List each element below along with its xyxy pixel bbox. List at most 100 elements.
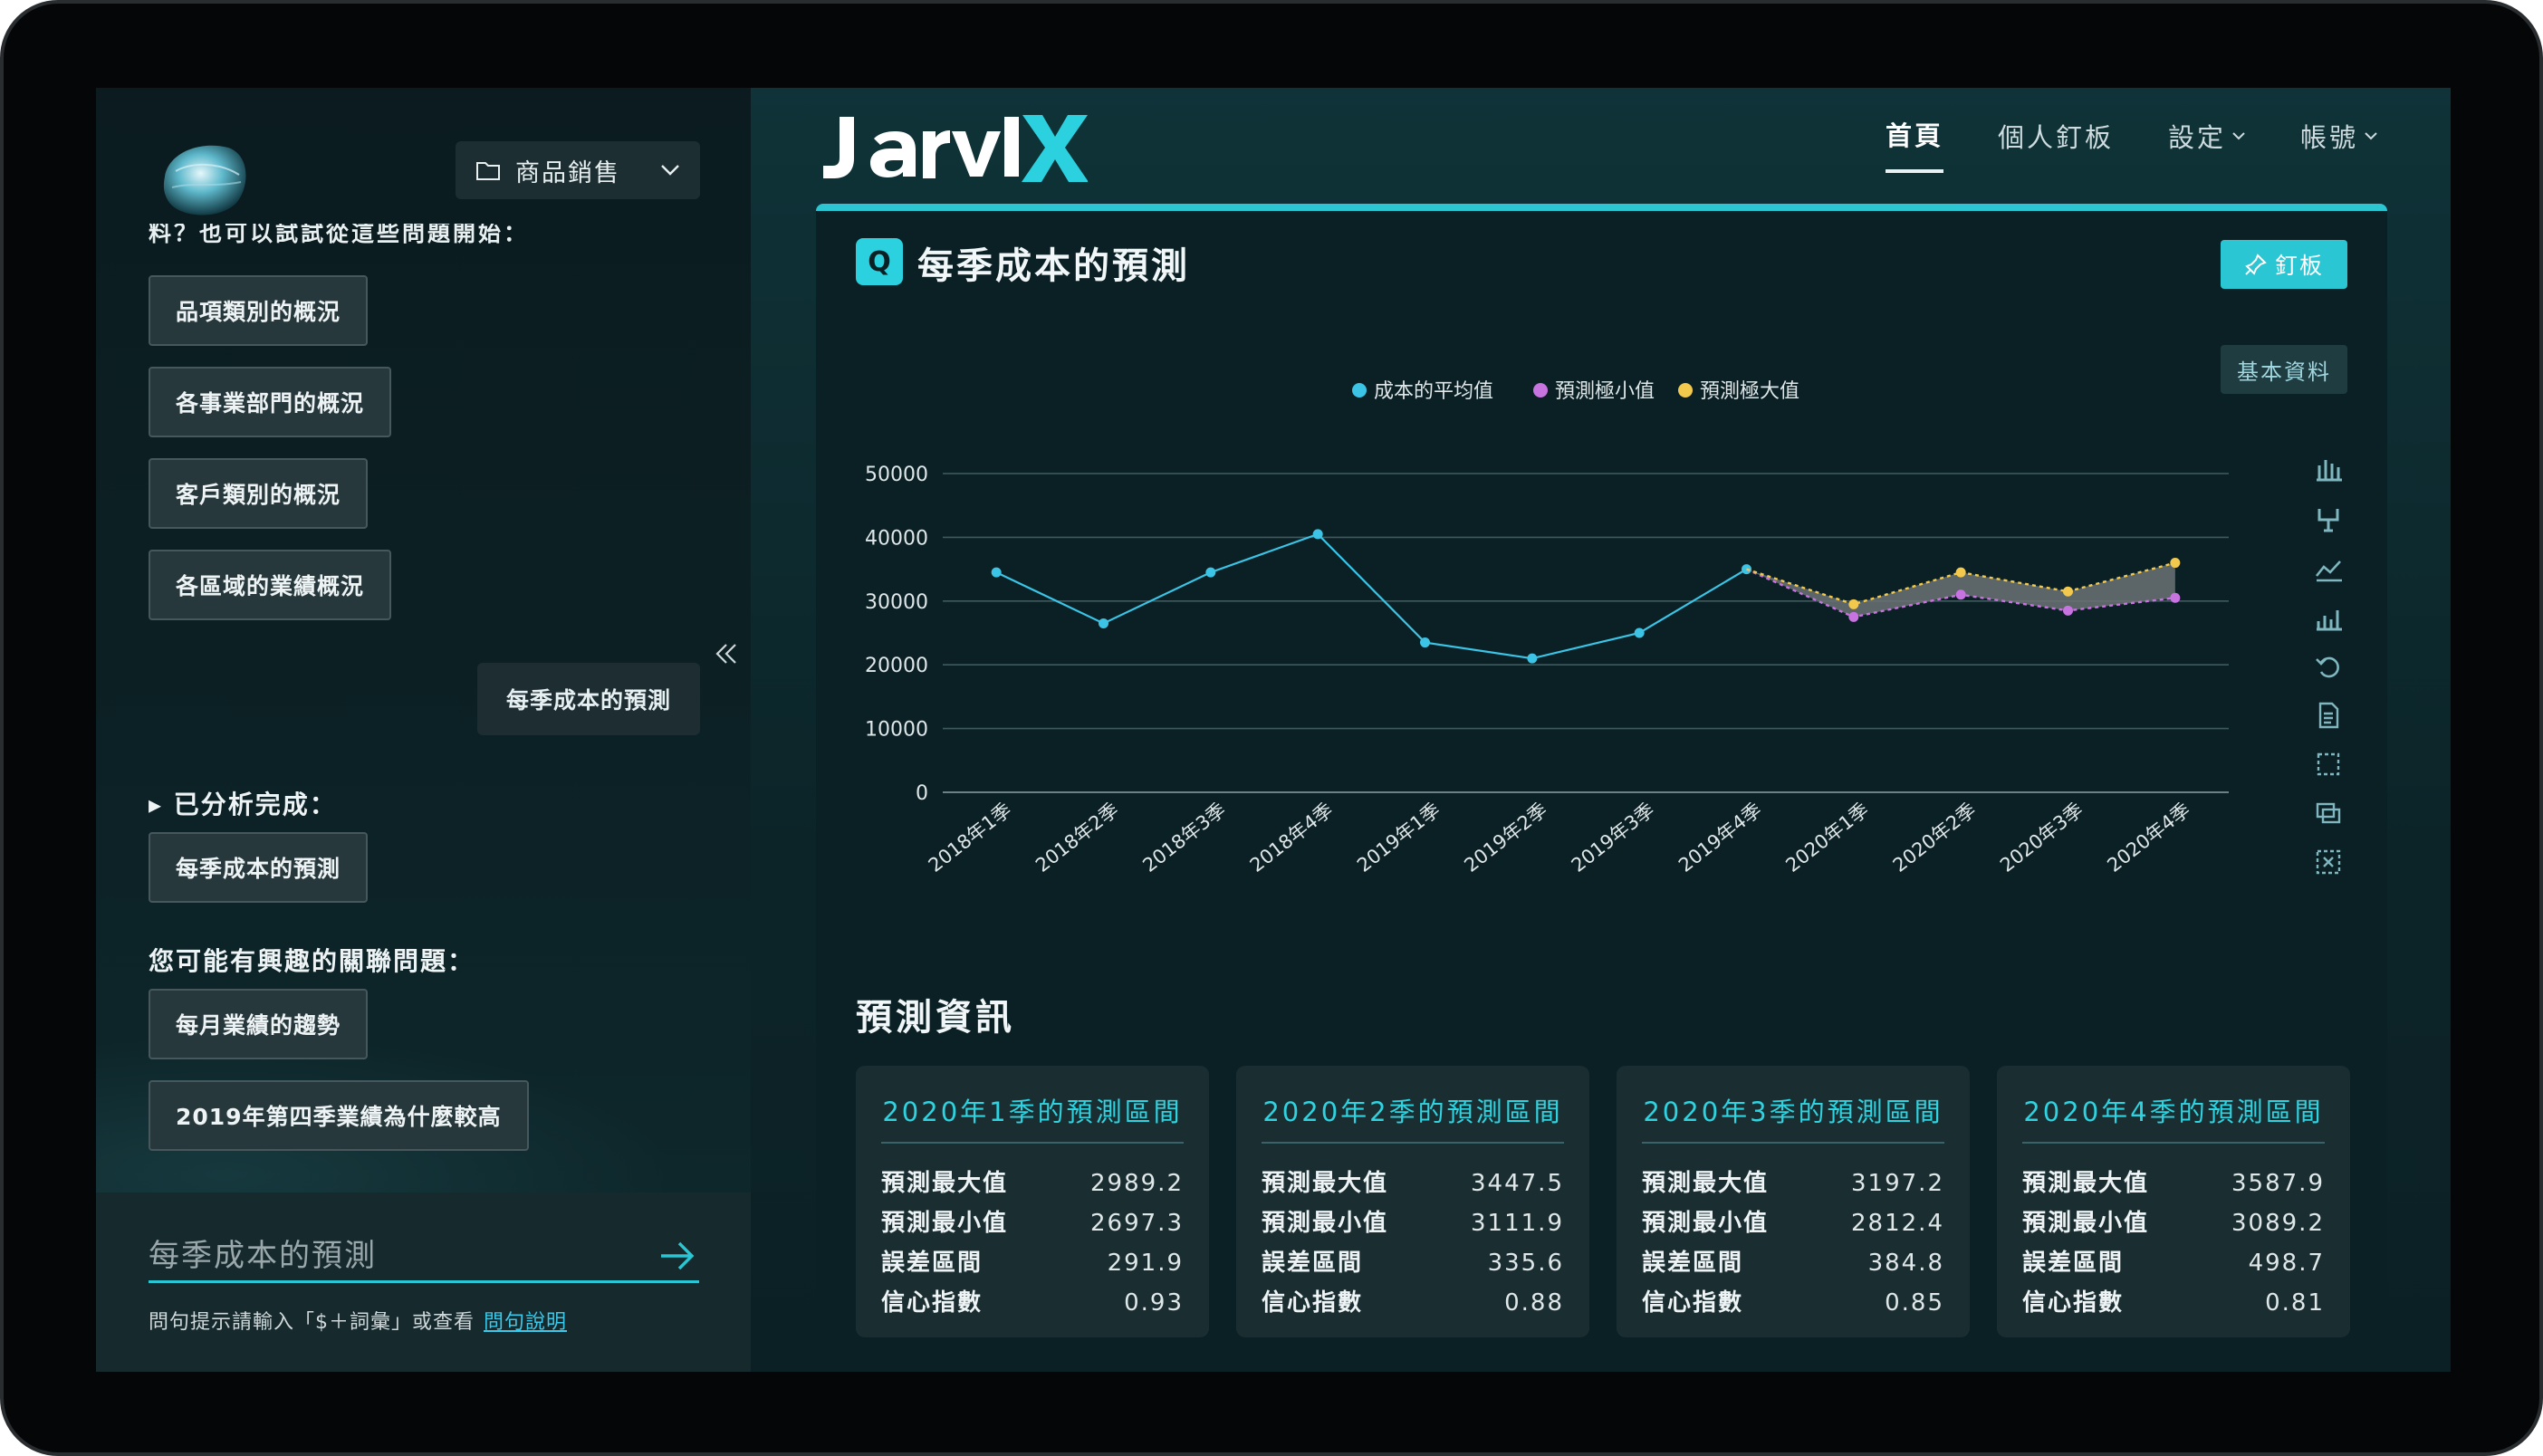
data-point — [2063, 586, 2073, 597]
legend-label: 預測極大值 — [1700, 380, 1799, 403]
row-value: 2989.2 — [1090, 1170, 1184, 1197]
submit-arrow-icon[interactable] — [657, 1240, 697, 1272]
query-help-text: 問句提示請輸入「$＋詞彙」或查看 問句說明 — [149, 1306, 567, 1335]
legend-marker — [1533, 383, 1548, 398]
chart-type-boxplot-icon[interactable] — [2310, 446, 2346, 495]
nav-pins[interactable]: 個人釘板 — [1998, 115, 2114, 173]
suggestion-chip[interactable]: 各事業部門的概況 — [149, 367, 392, 437]
row-value: 0.81 — [2265, 1289, 2325, 1317]
row-value: 0.88 — [1504, 1289, 1564, 1317]
forecast-row-max: 預測最大值 3587.9 — [2022, 1164, 2325, 1203]
x-tick-label: 2018年3季 — [1138, 799, 1230, 876]
forecast-row-min: 預測最小值 2812.4 — [1642, 1203, 1944, 1243]
data-point — [1099, 618, 1108, 628]
row-label: 預測最大值 — [1642, 1170, 1770, 1197]
main-panel: 首頁 個人釘板 設定 帳號 Q 每季成本的預測 釘板 基本資料 0 10000 20… — [751, 88, 2451, 1372]
select-area-icon[interactable] — [2310, 740, 2346, 789]
row-value: 384.8 — [1867, 1250, 1944, 1277]
undo-icon[interactable] — [2310, 642, 2346, 691]
project-dropdown[interactable]: 商品銷售 — [456, 141, 700, 199]
x-tick-label: 2020年2季 — [1889, 799, 1981, 876]
related-question-chip[interactable]: 2019年第四季業績為什麼較高 — [149, 1080, 529, 1151]
x-tick-label: 2018年1季 — [925, 799, 1016, 876]
data-point — [1527, 653, 1538, 664]
legend-label: 預測極小值 — [1555, 380, 1655, 403]
row-label: 信心指數 — [1262, 1289, 1364, 1317]
chevron-down-icon — [2365, 132, 2377, 140]
forecast-row-min: 預測最小值 3089.2 — [2022, 1203, 2325, 1243]
forecast-row-max: 預測最大值 3197.2 — [1642, 1164, 1944, 1203]
y-tick-label: 40000 — [865, 527, 928, 550]
app-screen: 商品銷售 料？也可以試試從這些問題開始： 品項類別的概況 各事業部門的概況 客戶… — [96, 88, 2451, 1372]
collapse-sidebar-icon[interactable] — [715, 642, 738, 666]
forecast-row-conf: 信心指數 0.81 — [2022, 1283, 2325, 1323]
row-value: 3587.9 — [2231, 1170, 2325, 1197]
forecast-card-title: 2020年4季的預測區間 — [2022, 1091, 2325, 1144]
query-help-link[interactable]: 問句說明 — [484, 1311, 567, 1334]
nav-account-label: 帳號 — [2299, 122, 2358, 153]
x-tick-label: 2018年2季 — [1032, 799, 1123, 876]
nav-account[interactable]: 帳號 — [2300, 115, 2378, 173]
nav-settings[interactable]: 設定 — [2168, 115, 2246, 173]
query-help-label: 問句提示請輸入「$＋詞彙」或查看 — [149, 1311, 475, 1334]
y-tick-label: 50000 — [865, 464, 928, 486]
row-label: 預測最小值 — [1262, 1210, 1389, 1237]
y-tick-label: 10000 — [865, 719, 928, 742]
x-tick-label: 2020年4季 — [2103, 799, 2194, 876]
nav-home[interactable]: 首頁 — [1885, 115, 1943, 173]
forecast-card-title: 2020年2季的預測區間 — [1262, 1091, 1564, 1144]
related-question-chip[interactable]: 每月業績的趨勢 — [149, 989, 369, 1059]
nav-pins-label: 個人釘板 — [1997, 122, 2114, 153]
forecast-row-conf: 信心指數 0.93 — [881, 1283, 1184, 1323]
forecast-card: 2020年3季的預測區間 預測最大值 3197.2 預測最小值 2812.4 誤差區… — [1617, 1066, 1970, 1337]
copy-icon[interactable] — [2310, 789, 2346, 838]
row-value: 2697.3 — [1090, 1210, 1184, 1237]
row-label: 預測最大值 — [1262, 1170, 1389, 1197]
data-point — [1634, 627, 1645, 638]
row-label: 信心指數 — [1642, 1289, 1744, 1317]
chart-type-bar-icon[interactable] — [2310, 593, 2346, 642]
row-label: 誤差區間 — [1262, 1250, 1364, 1277]
document-icon[interactable] — [2310, 691, 2346, 740]
forecast-row-min: 預測最小值 3111.9 — [1262, 1203, 1564, 1243]
done-item-chip[interactable]: 每季成本的預測 — [149, 832, 369, 903]
forecast-line-chart: 0 10000 20000 30000 40000 50000 2018年1季 2018年2季… — [865, 380, 2229, 876]
nav-settings-label: 設定 — [2167, 122, 2226, 153]
suggestion-chip[interactable]: 各區域的業績概況 — [149, 550, 392, 620]
data-point — [991, 567, 1002, 578]
y-tick-label: 0 — [916, 782, 928, 805]
forecast-card: 2020年4季的預測區間 預測最大值 3587.9 預測最小值 3089.2 誤差區… — [1997, 1066, 2350, 1337]
suggestion-chip[interactable]: 品項類別的概況 — [149, 275, 369, 346]
jarvix-logo-icon — [823, 115, 1088, 182]
series-line — [995, 532, 1748, 660]
row-label: 信心指數 — [2022, 1289, 2125, 1317]
forecast-row-err: 誤差區間 335.6 — [1262, 1243, 1564, 1283]
row-value: 3197.2 — [1851, 1170, 1944, 1197]
forecast-card: 2020年1季的預測區間 預測最大值 2989.2 預測最小值 2697.3 誤差區… — [856, 1066, 1209, 1337]
query-composer: 問句提示請輸入「$＋詞彙」或查看問句說明 — [96, 1193, 751, 1372]
suggestion-hint: 料？也可以試試從這些問題開始： — [149, 224, 530, 246]
assistant-orb-icon — [163, 145, 246, 216]
suggestion-chip[interactable]: 客戶類別的概況 — [149, 458, 369, 529]
row-value: 2812.4 — [1851, 1210, 1944, 1237]
chart-type-candlestick-icon[interactable] — [2310, 495, 2346, 544]
forecast-row-err: 誤差區間 384.8 — [1642, 1243, 1944, 1283]
forecast-row-conf: 信心指數 0.85 — [1642, 1283, 1944, 1323]
chart-type-line-icon[interactable] — [2310, 544, 2346, 593]
forecast-row-conf: 信心指數 0.88 — [1262, 1283, 1564, 1323]
folder-icon — [476, 162, 500, 180]
legend-marker — [1352, 383, 1367, 398]
chevron-down-icon — [2232, 132, 2245, 140]
row-label: 誤差區間 — [2022, 1250, 2125, 1277]
data-point — [1848, 599, 1859, 609]
data-point — [2170, 592, 2181, 603]
row-label: 信心指數 — [881, 1289, 984, 1317]
forecast-card: 2020年2季的預測區間 預測最大值 3447.5 預測最小值 3111.9 誤差區… — [1236, 1066, 1589, 1337]
legend-label: 成本的平均值 — [1374, 380, 1493, 403]
query-input[interactable] — [149, 1231, 699, 1283]
clear-selection-icon[interactable] — [2310, 838, 2346, 886]
forecast-row-max: 預測最大值 3447.5 — [1262, 1164, 1564, 1203]
done-section-label: ▸ 已分析完成： — [149, 790, 337, 819]
forecast-card-title: 2020年3季的預測區間 — [1642, 1091, 1944, 1144]
y-tick-label: 30000 — [865, 591, 928, 614]
